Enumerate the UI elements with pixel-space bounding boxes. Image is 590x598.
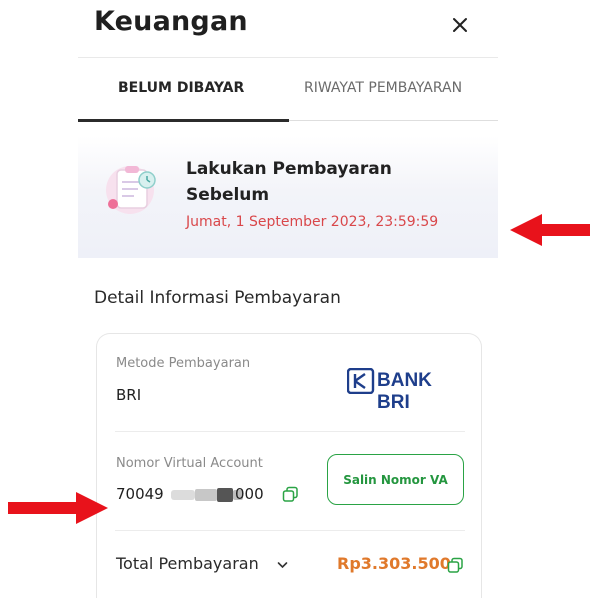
bank-logo-text: BANK BRI <box>377 370 432 413</box>
total-label[interactable]: Total Pembayaran <box>116 554 259 573</box>
annotation-arrow-icon <box>8 492 108 524</box>
card-divider <box>115 530 465 531</box>
total-amount: Rp3.303.500 <box>337 554 451 573</box>
deadline-text: Lakukan Pembayaran Sebelum Jumat, 1 Sept… <box>186 156 486 230</box>
annotation-arrow-icon <box>510 214 590 246</box>
header: Keuangan <box>78 0 498 58</box>
va-number-suffix: 000 <box>235 485 264 503</box>
card-divider <box>115 431 465 432</box>
deadline-date: Jumat, 1 September 2023, 23:59:59 <box>186 214 439 230</box>
copy-va-button[interactable]: Salin Nomor VA <box>327 454 464 505</box>
chevron-down-icon[interactable] <box>277 561 288 569</box>
tab-riwayat-pembayaran[interactable]: RIWAYAT PEMBAYARAN <box>304 80 462 96</box>
section-title: Detail Informasi Pembayaran <box>94 288 341 308</box>
copy-icon[interactable] <box>282 486 299 503</box>
close-icon[interactable] <box>446 11 474 39</box>
method-label: Metode Pembayaran <box>116 356 251 371</box>
bank-bri-logo: BANK BRI <box>347 368 467 413</box>
payment-deadline-banner: Lakukan Pembayaran Sebelum Jumat, 1 Sept… <box>78 136 498 258</box>
total-row: Total Pembayaran Rp3.303.500 <box>116 552 466 578</box>
method-value: BRI <box>116 386 142 404</box>
active-tab-indicator <box>78 119 289 122</box>
payment-detail-card: Metode Pembayaran BRI BANK BRI Nomor Vir… <box>96 333 482 598</box>
deadline-title-line2: Sebelum <box>186 185 270 205</box>
copy-icon[interactable] <box>447 557 464 574</box>
va-label: Nomor Virtual Account <box>116 456 263 471</box>
bri-mark-icon <box>347 368 375 394</box>
tab-belum-dibayar[interactable]: BELUM DIBAYAR <box>118 80 244 96</box>
finance-panel: Keuangan BELUM DIBAYAR RIWAYAT PEMBAYARA… <box>78 0 498 598</box>
va-number: 70049 000 <box>116 484 316 506</box>
deadline-title-line1: Lakukan Pembayaran <box>186 159 392 179</box>
tab-bar: BELUM DIBAYAR RIWAYAT PEMBAYARAN <box>78 60 498 122</box>
clipboard-clock-icon <box>106 166 156 214</box>
page-title: Keuangan <box>94 6 248 37</box>
va-number-prefix: 70049 <box>116 485 164 503</box>
